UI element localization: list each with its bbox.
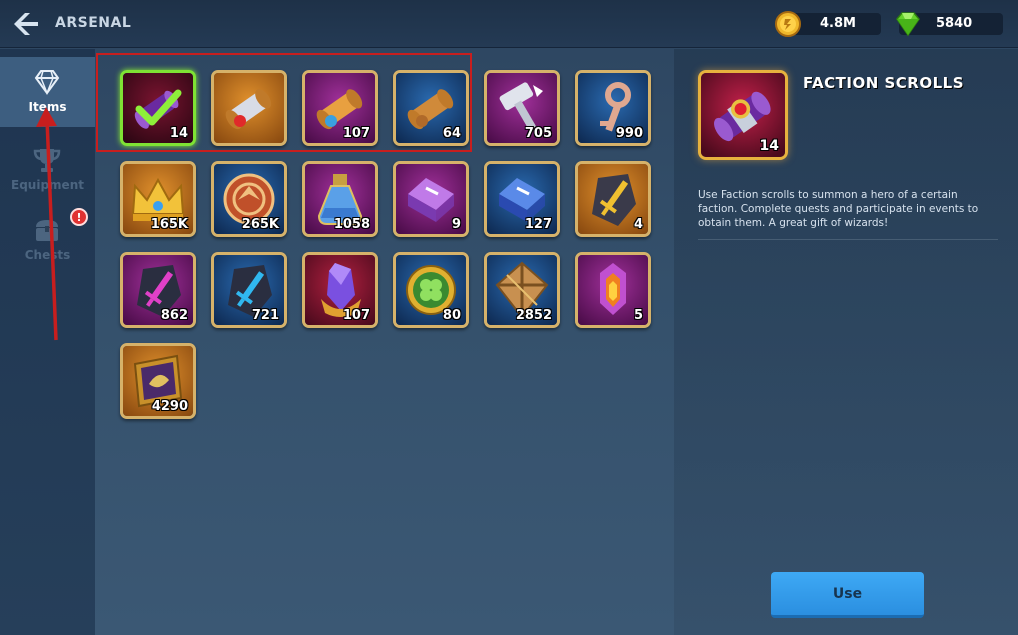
inventory-slot[interactable]: 2852 bbox=[484, 252, 560, 328]
gem-counter: 5840 bbox=[896, 12, 1003, 37]
sidebar-item-equipment[interactable]: Equipment bbox=[0, 135, 95, 205]
sidebar-item-label: Chests bbox=[24, 248, 71, 262]
item-count: 705 bbox=[524, 126, 552, 141]
item-count: 5 bbox=[633, 308, 643, 323]
inventory-slot[interactable]: 107 bbox=[302, 252, 378, 328]
item-count: 990 bbox=[615, 126, 643, 141]
trophy-icon bbox=[33, 149, 61, 172]
item-count: 9 bbox=[451, 217, 461, 232]
inventory-slot[interactable]: 4 bbox=[575, 161, 651, 237]
inventory-slot[interactable]: 5 bbox=[575, 252, 651, 328]
inventory-slot[interactable]: 705 bbox=[484, 70, 560, 146]
detail-panel: 14 FACTION SCROLLS Use Faction scrolls t… bbox=[674, 49, 1018, 635]
item-count: 80 bbox=[442, 308, 461, 323]
diamond-icon bbox=[34, 70, 60, 96]
item-count: 1058 bbox=[333, 217, 370, 232]
page-title: ARSENAL bbox=[55, 15, 132, 31]
back-arrow-icon bbox=[14, 13, 38, 35]
item-count: 265K bbox=[241, 217, 279, 232]
gold-coin-icon bbox=[775, 11, 801, 37]
detail-item-count: 14 bbox=[759, 138, 779, 154]
detail-description: Use Faction scrolls to summon a hero of … bbox=[698, 189, 979, 229]
item-count: 127 bbox=[524, 217, 552, 232]
inventory-slot[interactable]: 9 bbox=[393, 161, 469, 237]
inventory-slot[interactable]: 265K bbox=[211, 161, 287, 237]
gem-value: 5840 bbox=[936, 16, 973, 31]
inventory-slot[interactable]: 165K bbox=[120, 161, 196, 237]
sidebar-item-label: Equipment bbox=[11, 178, 84, 192]
inventory-slot[interactable]: 4290 bbox=[120, 343, 196, 419]
item-count: 721 bbox=[251, 308, 279, 323]
gold-counter: 4.8M bbox=[775, 11, 881, 37]
inventory-slot[interactable]: 80 bbox=[393, 252, 469, 328]
use-button[interactable]: Use bbox=[771, 572, 924, 618]
detail-title: FACTION SCROLLS bbox=[803, 74, 965, 92]
sidebar-item-items[interactable]: Items bbox=[0, 57, 95, 127]
sidebar-item-label: Items bbox=[28, 100, 67, 114]
notification-badge: ! bbox=[70, 208, 88, 226]
inventory-slot[interactable]: 990 bbox=[575, 70, 651, 146]
inventory-slot[interactable]: 721 bbox=[211, 252, 287, 328]
detail-item-icon: 14 bbox=[698, 70, 788, 160]
item-count: 4 bbox=[633, 217, 643, 232]
sidebar: Items Equipment Chests ! bbox=[0, 49, 95, 635]
top-bar: ARSENAL 4.8M 5840 bbox=[0, 0, 1018, 48]
inventory-slot[interactable]: 1058 bbox=[302, 161, 378, 237]
divider bbox=[698, 239, 998, 240]
item-count: 165K bbox=[150, 217, 188, 232]
item-count: 4290 bbox=[151, 399, 188, 414]
item-count: 107 bbox=[342, 308, 370, 323]
gold-value: 4.8M bbox=[820, 16, 856, 31]
annotation-highlight-box bbox=[96, 53, 472, 152]
back-button[interactable] bbox=[10, 9, 42, 39]
item-count: 862 bbox=[160, 308, 188, 323]
sidebar-item-chests[interactable]: Chests ! bbox=[0, 205, 95, 275]
inventory-slot[interactable]: 862 bbox=[120, 252, 196, 328]
green-gem-icon bbox=[896, 12, 920, 37]
item-count: 2852 bbox=[515, 308, 552, 323]
inventory-slot[interactable]: 127 bbox=[484, 161, 560, 237]
chest-icon bbox=[36, 220, 58, 241]
